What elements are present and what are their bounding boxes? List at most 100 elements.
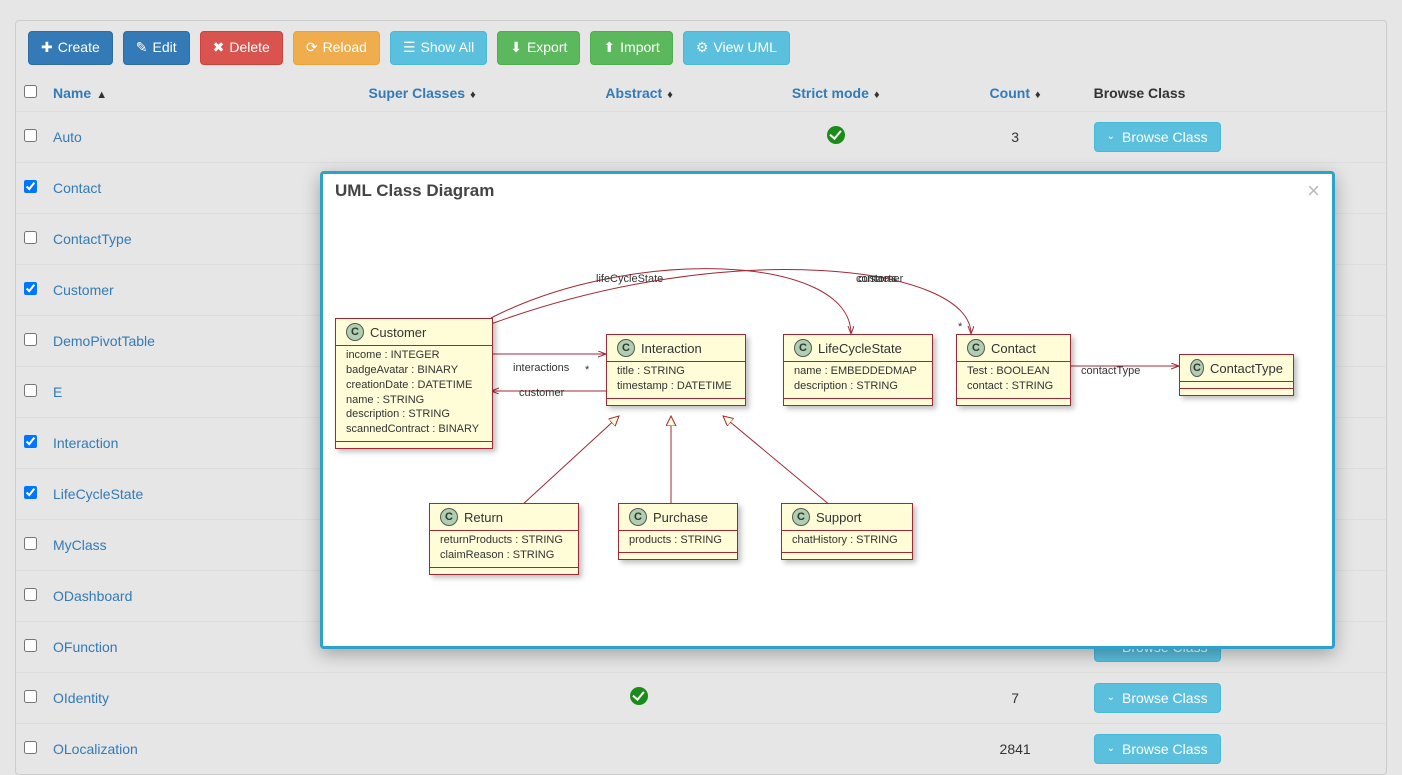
- browse-class-button[interactable]: ⌄Browse Class: [1094, 122, 1221, 152]
- uml-canvas[interactable]: lifeCycleState contacts customer * inter…: [331, 206, 1324, 636]
- uml-attr: title : STRING: [617, 364, 735, 379]
- table-row: OLocalization 2841 ⌄Browse Class: [16, 723, 1386, 774]
- upload-icon: ⬆: [603, 38, 615, 58]
- col-name[interactable]: Name ▲: [53, 85, 107, 101]
- row-checkbox[interactable]: [24, 486, 37, 499]
- col-abstract[interactable]: Abstract ♦: [605, 85, 672, 101]
- row-checkbox[interactable]: [24, 639, 37, 652]
- download-icon: ⬇: [510, 38, 522, 58]
- class-link[interactable]: Auto: [53, 129, 82, 145]
- svg-text:customer: customer: [519, 387, 565, 399]
- class-link[interactable]: LifeCycleState: [53, 486, 143, 502]
- class-link[interactable]: OFunction: [53, 639, 118, 655]
- browse-class-button[interactable]: ⌄Browse Class: [1094, 734, 1221, 764]
- reload-button[interactable]: ⟳Reload: [293, 31, 380, 65]
- uml-attr: income : INTEGER: [346, 348, 482, 363]
- col-super[interactable]: Super Classes ♦: [369, 85, 476, 101]
- chevron-down-icon: ⌄: [1107, 131, 1115, 142]
- uml-attr: timestamp : DATETIME: [617, 379, 735, 394]
- chevron-down-icon: ⌄: [1107, 692, 1115, 703]
- row-checkbox[interactable]: [24, 282, 37, 295]
- uml-class-contact[interactable]: CContact Test : BOOLEANcontact : STRING: [956, 334, 1071, 406]
- class-badge-icon: C: [1190, 359, 1204, 377]
- count-cell: 2841: [945, 723, 1086, 774]
- uml-class-purchase[interactable]: CPurchase products : STRING: [618, 503, 738, 560]
- strict-cell: [727, 672, 945, 723]
- row-checkbox[interactable]: [24, 333, 37, 346]
- uml-class-lifecyclestate[interactable]: CLifeCycleState name : EMBEDDEDMAPdescri…: [783, 334, 933, 406]
- import-button[interactable]: ⬆Import: [590, 31, 672, 65]
- uml-class-name: ContactType: [1210, 361, 1283, 376]
- sort-asc-icon: ▲: [93, 89, 107, 101]
- class-link[interactable]: Interaction: [53, 435, 118, 451]
- check-icon: [827, 126, 845, 144]
- svg-text:lifeCycleState: lifeCycleState: [596, 273, 663, 285]
- row-checkbox[interactable]: [24, 231, 37, 244]
- uml-attr: name : STRING: [346, 393, 482, 408]
- uml-class-name: Contact: [991, 341, 1036, 356]
- row-checkbox[interactable]: [24, 690, 37, 703]
- row-checkbox[interactable]: [24, 741, 37, 754]
- super-cell: [293, 111, 552, 162]
- row-checkbox[interactable]: [24, 588, 37, 601]
- uml-attr: contact : STRING: [967, 379, 1060, 394]
- sort-icon: ♦: [467, 89, 476, 101]
- view-uml-button[interactable]: ⚙View UML: [683, 31, 790, 65]
- browse-class-button[interactable]: ⌄Browse Class: [1094, 683, 1221, 713]
- super-cell: [293, 672, 552, 723]
- delete-button[interactable]: ✖Delete: [200, 31, 283, 65]
- svg-text:contactType: contactType: [1081, 365, 1140, 377]
- uml-attr: products : STRING: [629, 533, 727, 548]
- uml-class-interaction[interactable]: CInteraction title : STRINGtimestamp : D…: [606, 334, 746, 406]
- row-checkbox[interactable]: [24, 129, 37, 142]
- uml-attr: returnProducts : STRING: [440, 533, 568, 548]
- table-row: OIdentity 7 ⌄Browse Class: [16, 672, 1386, 723]
- sort-icon: ♦: [664, 89, 673, 101]
- class-badge-icon: C: [617, 339, 635, 357]
- row-checkbox[interactable]: [24, 435, 37, 448]
- close-icon[interactable]: ×: [1307, 180, 1320, 202]
- class-link[interactable]: OLocalization: [53, 741, 138, 757]
- class-link[interactable]: DemoPivotTable: [53, 333, 155, 349]
- col-strict[interactable]: Strict mode ♦: [792, 85, 880, 101]
- class-badge-icon: C: [629, 508, 647, 526]
- show-all-button[interactable]: ☰Show All: [390, 31, 487, 65]
- count-cell: 7: [945, 672, 1086, 723]
- class-link[interactable]: Customer: [53, 282, 114, 298]
- class-link[interactable]: E: [53, 384, 62, 400]
- create-button[interactable]: ✚Create: [28, 31, 113, 65]
- uml-attr: scannedContract : BINARY: [346, 422, 482, 437]
- svg-text:customer: customer: [858, 273, 904, 285]
- sort-icon: ♦: [871, 89, 880, 101]
- col-count[interactable]: Count ♦: [990, 85, 1041, 101]
- uml-class-name: LifeCycleState: [818, 341, 902, 356]
- uml-class-name: Support: [816, 510, 862, 525]
- class-link[interactable]: ContactType: [53, 231, 132, 247]
- uml-modal: UML Class Diagram × lifeCycleState conta…: [320, 171, 1335, 649]
- class-link[interactable]: OIdentity: [53, 690, 109, 706]
- edit-icon: ✎: [136, 38, 148, 58]
- uml-attr: chatHistory : STRING: [792, 533, 902, 548]
- class-badge-icon: C: [792, 508, 810, 526]
- col-browse: Browse Class: [1094, 85, 1186, 101]
- uml-class-customer[interactable]: CCustomer income : INTEGERbadgeAvatar : …: [335, 318, 493, 449]
- reload-icon: ⟳: [306, 38, 318, 58]
- uml-class-support[interactable]: C Support chatHistory : STRING: [781, 503, 913, 560]
- sort-icon: ♦: [1032, 89, 1041, 101]
- modal-title: UML Class Diagram: [335, 181, 494, 201]
- select-all-checkbox[interactable]: [24, 85, 37, 98]
- svg-text:interactions: interactions: [513, 362, 570, 374]
- class-link[interactable]: ODashboard: [53, 588, 132, 604]
- row-checkbox[interactable]: [24, 384, 37, 397]
- class-link[interactable]: MyClass: [53, 537, 107, 553]
- row-checkbox[interactable]: [24, 180, 37, 193]
- check-icon: [630, 687, 648, 705]
- class-link[interactable]: Contact: [53, 180, 101, 196]
- row-checkbox[interactable]: [24, 537, 37, 550]
- toolbar: ✚Create ✎Edit ✖Delete ⟳Reload ☰Show All …: [16, 21, 1386, 75]
- strict-cell: [727, 111, 945, 162]
- export-button[interactable]: ⬇Export: [497, 31, 580, 65]
- uml-class-return[interactable]: CReturn returnProducts : STRINGclaimReas…: [429, 503, 579, 575]
- edit-button[interactable]: ✎Edit: [123, 31, 190, 65]
- uml-class-contacttype[interactable]: C ContactType: [1179, 354, 1294, 396]
